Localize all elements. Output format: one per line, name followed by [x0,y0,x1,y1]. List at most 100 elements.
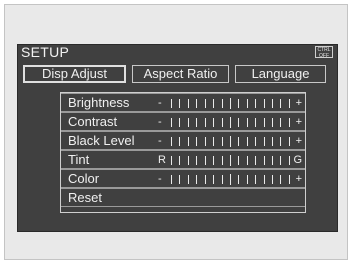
tab-disp-adjust[interactable]: Disp Adjust [23,65,126,83]
scale-tick [255,156,257,165]
setting-row-color[interactable]: Color - + [61,169,305,188]
scale-tick [288,118,290,127]
scale-tick [204,175,206,184]
scale-tick [179,137,181,146]
scale-tick [204,137,206,146]
scale-tick [171,137,172,146]
setting-label: Black Level [68,133,135,148]
settings-panel: Brightness - + Contrast - + Black Level [60,92,306,213]
scale-min-label: R [158,154,166,166]
scale-tick [238,137,240,146]
contrast-scale[interactable]: - + [158,115,302,129]
scale-max-label: + [295,97,302,109]
scale-tick [196,175,198,184]
setting-label: Brightness [68,95,130,110]
scale-tick [288,99,290,108]
scale-tick [246,137,248,146]
scale-tick [196,156,198,165]
scale-tick [280,99,282,108]
scale-ticks [171,98,290,109]
scale-tick [255,175,257,184]
scale-tick [229,117,231,128]
scale-tick [204,156,206,165]
scale-tick [272,137,274,146]
scale-tick [238,118,240,127]
scale-ticks [171,117,290,128]
screen-title: SETUP [21,44,70,60]
scale-tick [204,118,206,127]
scale-ticks [171,136,290,147]
scale-tick [187,175,189,184]
scale-tick [263,118,265,127]
scale-tick [288,175,290,184]
scale-tick [221,118,223,127]
scale-tick [213,99,215,108]
scale-tick [263,99,265,108]
scale-tick [238,99,240,108]
scale-ticks [171,155,290,166]
scale-tick [213,137,215,146]
tint-scale[interactable]: R G [158,153,302,167]
scale-tick [179,99,181,108]
scale-tick [196,118,198,127]
scale-max-label: + [295,116,302,128]
scale-max-label: G [293,154,302,166]
scale-tick [263,175,265,184]
scale-tick [221,156,223,165]
setting-row-brightness[interactable]: Brightness - + [61,93,305,112]
scale-tick [213,156,215,165]
scale-tick [179,175,181,184]
scale-tick [272,118,274,127]
scale-tick [229,136,231,147]
scale-tick [187,118,189,127]
scale-max-label: + [295,135,302,147]
color-scale[interactable]: - + [158,172,302,186]
scale-tick [288,137,290,146]
scale-tick [255,137,257,146]
scale-tick [221,99,223,108]
scale-tick [246,156,248,165]
scale-tick [221,175,223,184]
scale-tick [179,156,181,165]
scale-tick [263,137,265,146]
setting-label: Tint [68,152,90,167]
scale-tick [229,155,231,166]
tab-aspect-ratio[interactable]: Aspect Ratio [132,65,229,83]
scale-max-label: + [295,173,302,185]
scale-tick [255,118,257,127]
scale-tick [246,175,248,184]
black-level-scale[interactable]: - + [158,134,302,148]
scale-tick [272,175,274,184]
scale-tick [187,137,189,146]
ctrl-off-badge: CTRL OFF [315,46,333,59]
scale-min-label: - [158,173,162,185]
scale-tick [213,175,215,184]
setting-row-black-level[interactable]: Black Level - + [61,131,305,150]
scale-tick [196,99,198,108]
scale-tick [280,118,282,127]
scale-tick [238,156,240,165]
scale-min-label: - [158,116,162,128]
scale-tick [196,137,198,146]
scale-tick [246,99,248,108]
scale-tick [221,137,223,146]
scale-tick [229,174,231,185]
setting-row-contrast[interactable]: Contrast - + [61,112,305,131]
scale-tick [263,156,265,165]
tab-language[interactable]: Language [235,65,326,83]
tab-bar: Disp Adjust Aspect Ratio Language [23,65,326,83]
scale-min-label: - [158,97,162,109]
scale-tick [171,156,172,165]
scale-tick [280,175,282,184]
scale-tick [204,99,206,108]
scale-tick [272,156,274,165]
scale-tick [272,99,274,108]
brightness-scale[interactable]: - + [158,96,302,110]
scale-tick [255,99,257,108]
setting-row-tint[interactable]: Tint R G [61,150,305,169]
scale-tick [187,156,189,165]
scale-tick [280,137,282,146]
page-frame: SETUP CTRL OFF Disp Adjust Aspect Ratio … [4,4,348,260]
scale-tick [171,99,172,108]
reset-button[interactable]: Reset [61,188,305,207]
